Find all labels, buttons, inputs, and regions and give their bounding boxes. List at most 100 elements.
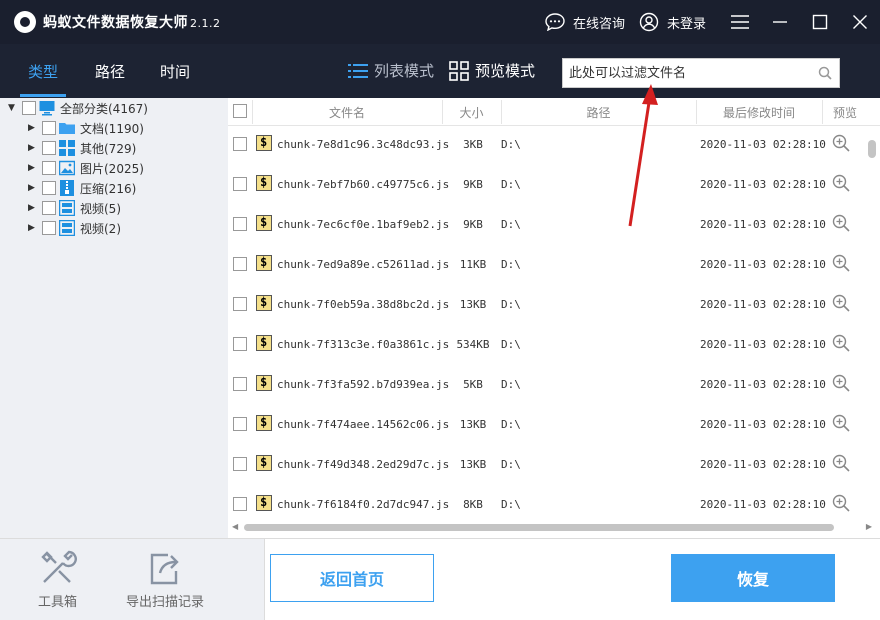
checkbox[interactable] [42, 221, 56, 235]
toolbox-button[interactable]: 工具箱 [38, 549, 77, 610]
tree-root[interactable]: ▼ 全部分类(4167) [8, 98, 148, 118]
table-row[interactable]: chunk-7f474aee.14562c06.js 13KB D:\ 2020-11… [228, 406, 850, 446]
file-size: 8KB [463, 498, 483, 511]
minimize-icon [773, 21, 787, 23]
file-path: D:\ [501, 298, 521, 311]
tree-item-archives[interactable]: ▶ 压缩(216) [28, 178, 136, 198]
zoom-preview-icon[interactable] [832, 174, 850, 195]
tab-path[interactable]: 路径 [95, 61, 125, 82]
back-home-button[interactable]: 返回首页 [270, 554, 434, 602]
table-row[interactable]: chunk-7f49d348.2ed29d7c.js 13KB D:\ 2020-11… [228, 446, 850, 486]
zoom-preview-icon[interactable] [832, 294, 850, 315]
hamburger-icon [731, 15, 749, 29]
zoom-preview-icon[interactable] [832, 494, 850, 515]
tree-item-label: 文档(1190) [80, 121, 144, 136]
tab-time[interactable]: 时间 [160, 61, 190, 82]
collapsed-caret-icon[interactable]: ▶ [28, 184, 36, 193]
search-input[interactable] [563, 59, 811, 87]
grid-icon [59, 140, 75, 156]
checkbox[interactable] [42, 141, 56, 155]
maximize-icon [812, 14, 828, 30]
row-checkbox[interactable] [233, 297, 247, 311]
checkbox[interactable] [42, 181, 56, 195]
row-checkbox[interactable] [233, 497, 247, 511]
row-checkbox[interactable] [233, 177, 247, 191]
row-checkbox[interactable] [233, 377, 247, 391]
table-row[interactable]: chunk-7ec6cf0e.1baf9eb2.js 9KB D:\ 2020-11-… [228, 206, 850, 246]
recover-button[interactable]: 恢复 [671, 554, 835, 602]
preview-mode-button[interactable]: 预览模式 [449, 60, 535, 81]
script-file-icon [256, 295, 272, 311]
search-icon[interactable] [811, 66, 839, 80]
zoom-preview-icon[interactable] [832, 414, 850, 435]
file-name: chunk-7f0eb59a.38d8bc2d.js [277, 298, 450, 311]
expanded-caret-icon[interactable]: ▼ [8, 104, 16, 113]
menu-button[interactable] [720, 0, 760, 44]
column-header-name[interactable]: 文件名 [252, 104, 442, 121]
collapsed-caret-icon[interactable]: ▶ [28, 204, 36, 213]
tree-item-docs[interactable]: ▶ 文档(1190) [28, 118, 144, 138]
login-button[interactable]: 未登录 [639, 12, 706, 32]
column-header-modified[interactable]: 最后修改时间 [696, 104, 822, 121]
row-checkbox[interactable] [233, 137, 247, 151]
collapsed-caret-icon[interactable]: ▶ [28, 164, 36, 173]
video-icon [59, 220, 75, 236]
zoom-preview-icon[interactable] [832, 214, 850, 235]
collapsed-caret-icon[interactable]: ▶ [28, 224, 36, 233]
table-body: chunk-7e8d1c96.3c48dc93.js 3KB D:\ 2020-11-… [228, 126, 880, 516]
minimize-button[interactable] [760, 0, 800, 44]
row-checkbox[interactable] [233, 257, 247, 271]
collapsed-caret-icon[interactable]: ▶ [28, 144, 36, 153]
checkbox[interactable] [42, 121, 56, 135]
zoom-preview-icon[interactable] [832, 254, 850, 275]
column-header-preview: 预览 [832, 106, 857, 120]
grid-view-icon [449, 60, 469, 81]
login-status-label: 未登录 [666, 16, 706, 32]
zoom-preview-icon[interactable] [832, 134, 850, 155]
row-checkbox[interactable] [233, 417, 247, 431]
checkbox[interactable] [22, 101, 36, 115]
table-row[interactable]: chunk-7f0eb59a.38d8bc2d.js 13KB D:\ 2020-11… [228, 286, 850, 326]
file-path: D:\ [501, 178, 521, 191]
zoom-preview-icon[interactable] [832, 454, 850, 475]
column-header-path[interactable]: 路径 [501, 104, 696, 121]
checkbox[interactable] [42, 161, 56, 175]
file-modified: 2020-11-03 02:28:10 [700, 218, 826, 231]
zoom-preview-icon[interactable] [832, 334, 850, 355]
scroll-left-arrow-icon[interactable]: ◀ [232, 522, 238, 531]
close-button[interactable] [840, 0, 880, 44]
file-modified: 2020-11-03 02:28:10 [700, 378, 826, 391]
table-row[interactable]: chunk-7f313c3e.f0a3861c.js 534KB D:\ 2020-1… [228, 326, 850, 366]
horizontal-scroll-thumb[interactable] [244, 524, 834, 531]
list-mode-button[interactable]: 列表模式 [348, 60, 434, 81]
list-mode-label: 列表模式 [374, 62, 435, 80]
vertical-scrollbar[interactable] [868, 136, 876, 516]
tab-type[interactable]: 类型 [28, 61, 58, 82]
collapsed-caret-icon[interactable]: ▶ [28, 124, 36, 133]
row-checkbox[interactable] [233, 217, 247, 231]
zoom-preview-icon[interactable] [832, 374, 850, 395]
vertical-scroll-thumb[interactable] [868, 140, 876, 158]
tree-item-video-1[interactable]: ▶ 视频(5) [28, 198, 121, 218]
tree-item-other[interactable]: ▶ 其他(729) [28, 138, 136, 158]
scroll-right-arrow-icon[interactable]: ▶ [866, 522, 872, 531]
tree-item-video-2[interactable]: ▶ 视频(2) [28, 218, 121, 238]
column-header-size[interactable]: 大小 [442, 104, 501, 121]
table-row[interactable]: chunk-7f6184f0.2d7dc947.js 8KB D:\ 2020-11-… [228, 486, 850, 516]
tree-item-label: 视频(5) [80, 201, 121, 216]
horizontal-scrollbar[interactable]: ◀ ▶ [232, 522, 872, 532]
tree-root-label: 全部分类(4167) [60, 101, 148, 116]
table-row[interactable]: chunk-7e8d1c96.3c48dc93.js 3KB D:\ 2020-11-… [228, 126, 850, 166]
maximize-button[interactable] [800, 0, 840, 44]
row-checkbox[interactable] [233, 337, 247, 351]
user-icon [639, 12, 659, 32]
table-row[interactable]: chunk-7f3fa592.b7d939ea.js 5KB D:\ 2020-11-… [228, 366, 850, 406]
row-checkbox[interactable] [233, 457, 247, 471]
checkbox[interactable] [42, 201, 56, 215]
tree-item-images[interactable]: ▶ 图片(2025) [28, 158, 144, 178]
online-consult-button[interactable]: 在线咨询 [545, 13, 625, 32]
export-record-button[interactable]: 导出扫描记录 [126, 549, 204, 610]
table-row[interactable]: chunk-7ed9a89e.c52611ad.js 11KB D:\ 2020-11… [228, 246, 850, 286]
select-all-checkbox[interactable] [233, 104, 247, 118]
table-row[interactable]: chunk-7ebf7b60.c49775c6.js 9KB D:\ 2020-11-… [228, 166, 850, 206]
